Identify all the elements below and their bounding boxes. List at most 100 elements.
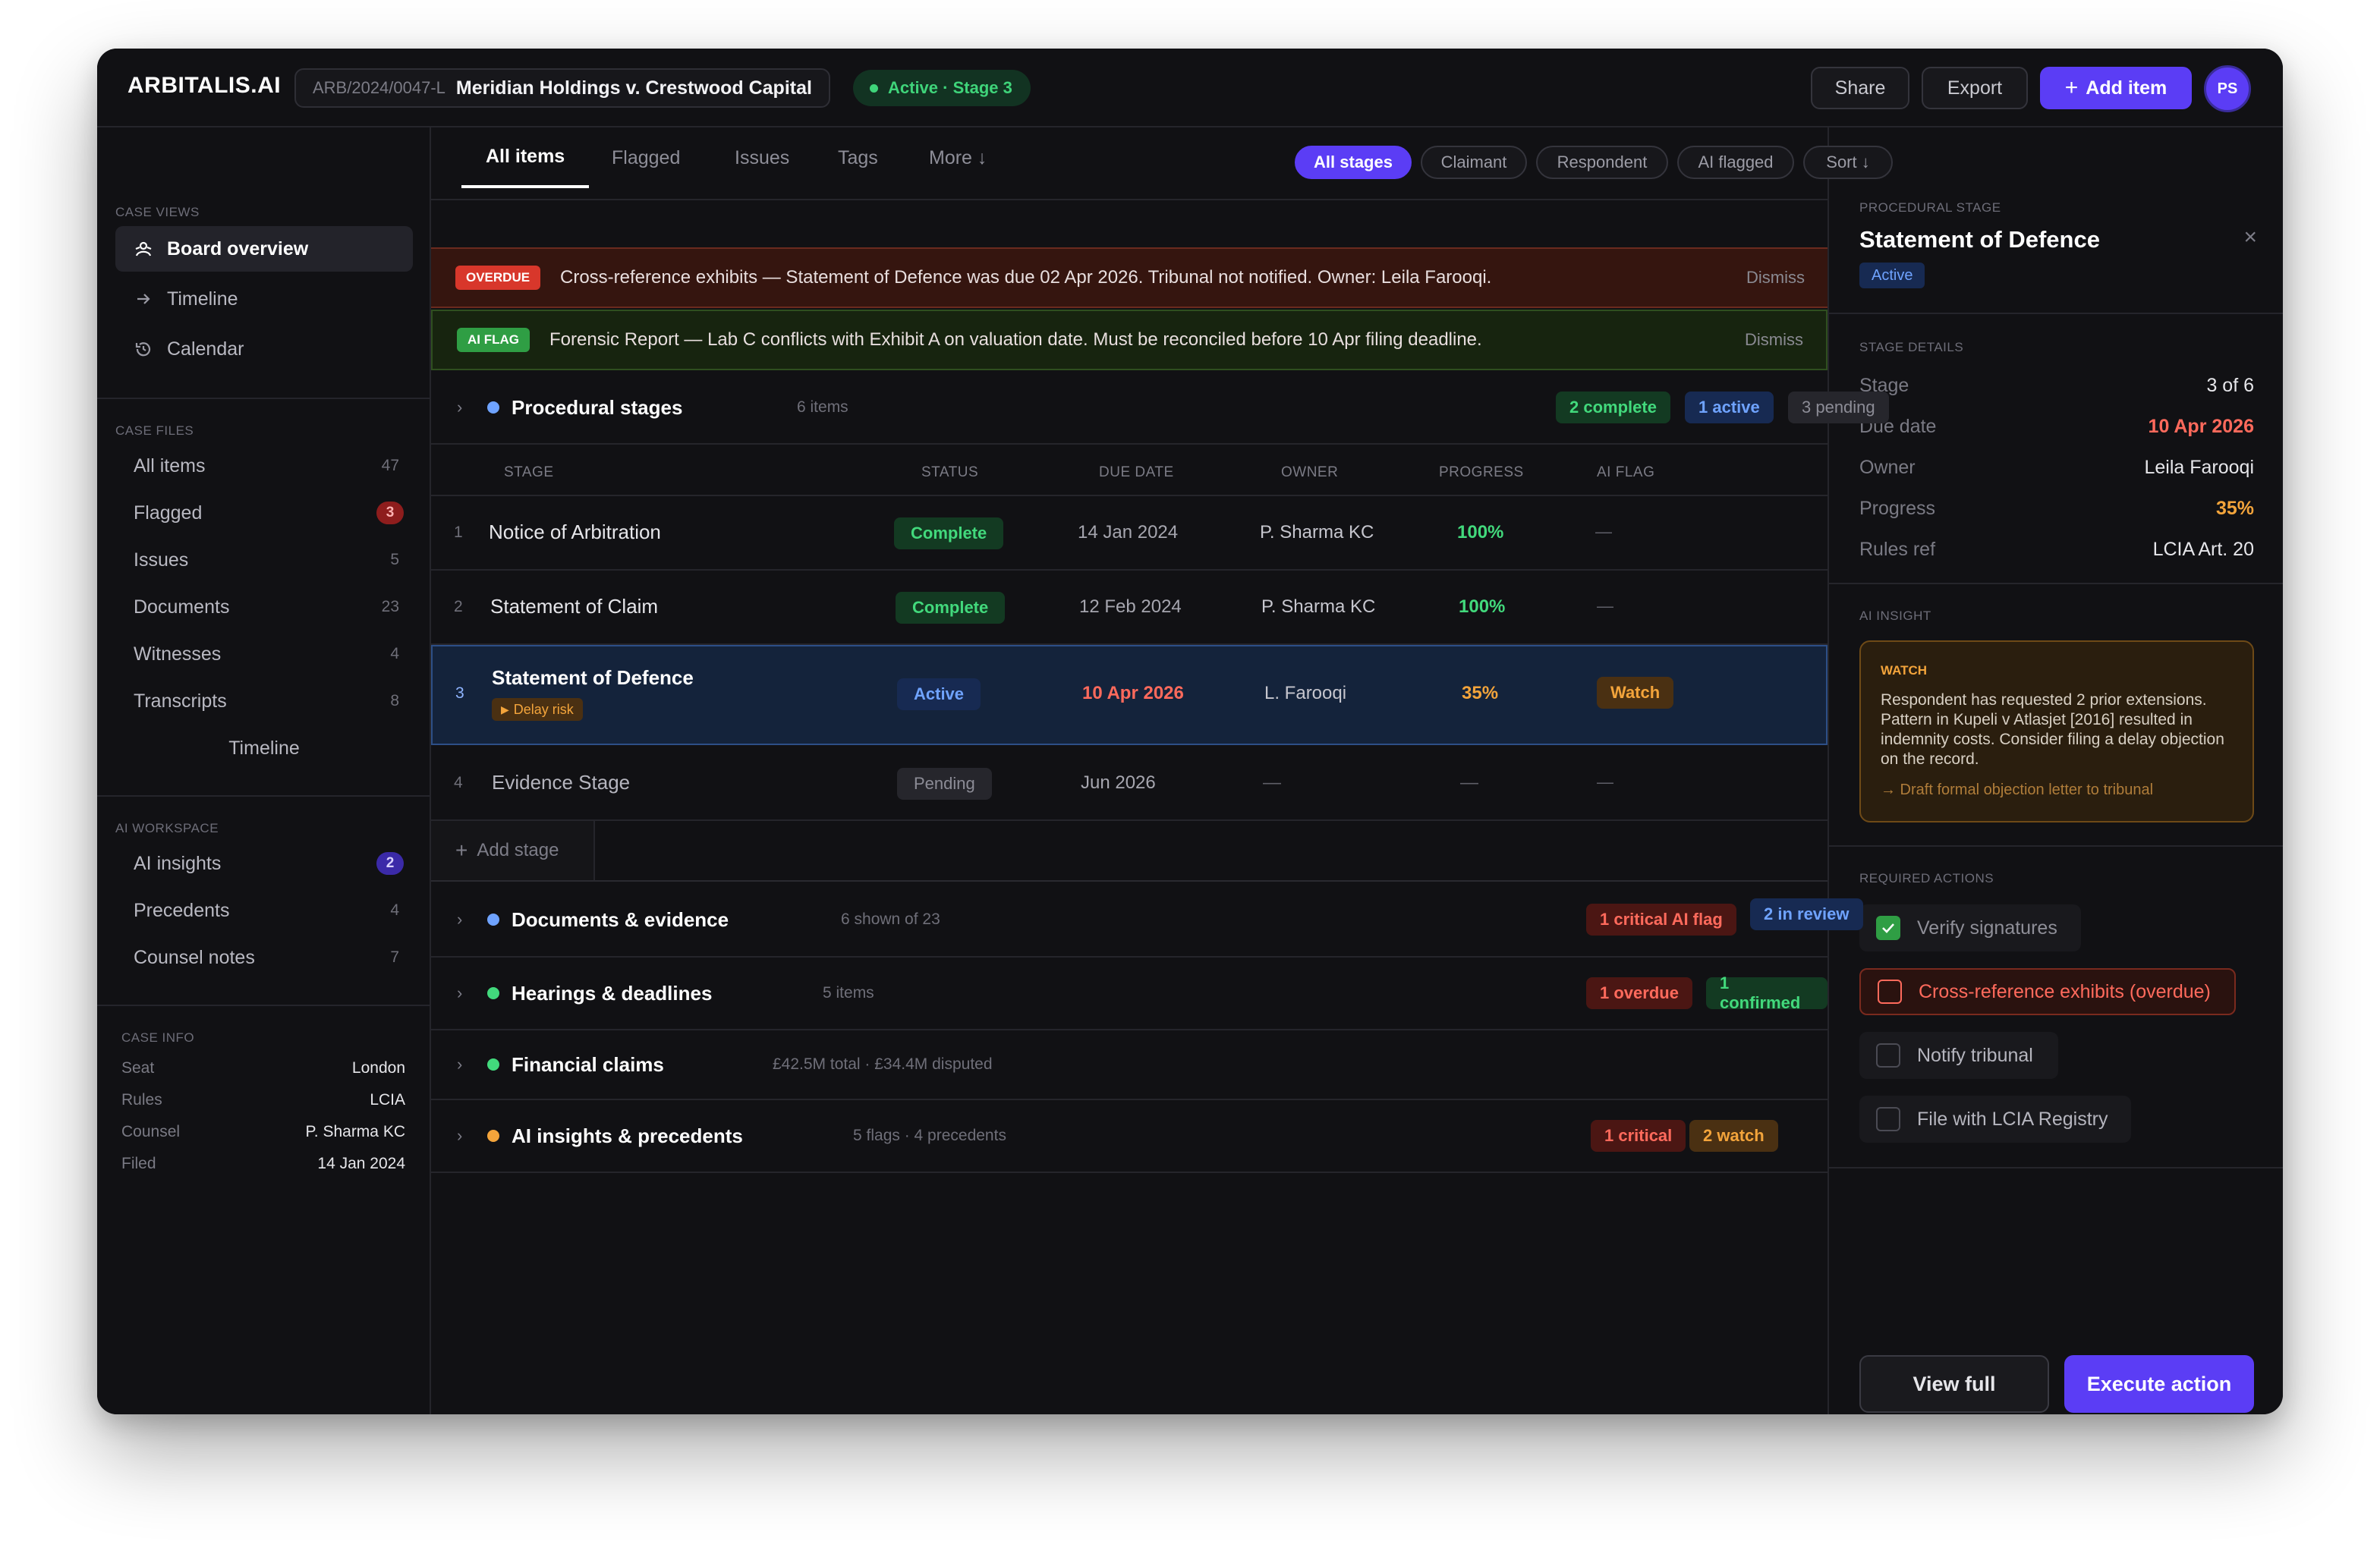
critical-count-pill: 1 critical xyxy=(1591,1120,1686,1152)
sidebar-item-documents[interactable]: Documents 23 xyxy=(115,584,413,630)
row-number: 1 xyxy=(454,524,463,541)
table-row[interactable]: 2 Statement of Claim Complete 12 Feb 202… xyxy=(431,571,1828,645)
filter-ai-flagged[interactable]: AI flagged xyxy=(1677,146,1794,179)
action-cross-reference-exhibits[interactable]: Cross-reference exhibits (overdue) xyxy=(1859,968,2236,1015)
sidebar-item-counsel-notes[interactable]: Counsel notes 7 xyxy=(115,935,413,980)
group-title: Hearings & deadlines xyxy=(512,981,713,1005)
checkbox[interactable] xyxy=(1876,1107,1900,1131)
group-title: Documents & evidence xyxy=(512,907,729,931)
panel-divider xyxy=(1829,583,2283,584)
detail-row-owner: Owner Leila Farooqi xyxy=(1859,457,2254,479)
action-notify-tribunal[interactable]: Notify tribunal xyxy=(1859,1032,2058,1079)
sidebar-item-flagged[interactable]: Flagged 3 xyxy=(115,490,413,536)
detail-row-rules-ref: Rules ref LCIA Art. 20 xyxy=(1859,539,2254,561)
item-count: 5 xyxy=(390,551,399,568)
tab-flagged[interactable]: Flagged xyxy=(612,127,680,188)
tab-all-items[interactable]: All items xyxy=(461,127,590,188)
info-value: LCIA xyxy=(370,1091,405,1109)
status-badge: Pending xyxy=(897,768,992,800)
sidebar-divider xyxy=(97,1005,431,1006)
board-icon xyxy=(132,237,155,260)
group-hearings-deadlines[interactable]: › Hearings & deadlines 5 items 1 overdue… xyxy=(431,958,1828,1030)
due-date: 12 Feb 2024 xyxy=(1079,596,1182,617)
sidebar-item-calendar[interactable]: Calendar xyxy=(115,326,413,372)
draft-objection-link[interactable]: → Draft formal objection letter to tribu… xyxy=(1881,782,2153,799)
sidebar-item-board-overview[interactable]: Board overview xyxy=(115,226,413,272)
row-number: 2 xyxy=(454,598,463,615)
panel-title: Statement of Defence xyxy=(1859,226,2100,253)
group-ai-insights-precedents[interactable]: › AI insights & precedents 5 flags · 4 p… xyxy=(431,1100,1828,1173)
detail-key: Progress xyxy=(1859,498,1936,519)
progress-value: — xyxy=(1460,772,1478,793)
progress-value: 100% xyxy=(1457,522,1504,543)
status-dot xyxy=(487,401,499,414)
chevron-right-icon[interactable]: › xyxy=(457,1126,462,1146)
chevron-right-icon[interactable]: › xyxy=(457,983,462,1003)
add-item-button[interactable]: + Add item xyxy=(2040,67,2192,109)
flagged-count-badge: 3 xyxy=(376,502,404,524)
dismiss-button[interactable]: Dismiss xyxy=(1745,330,1803,350)
add-stage-button[interactable]: + Add stage xyxy=(431,821,595,880)
sidebar-item-ai-insights[interactable]: AI insights 2 xyxy=(115,841,413,886)
history-icon xyxy=(132,338,155,360)
status-dot xyxy=(487,1130,499,1142)
execute-action-button[interactable]: Execute action xyxy=(2064,1355,2254,1413)
info-value: London xyxy=(351,1059,405,1077)
overdue-alert: OVERDUE Cross-reference exhibits — State… xyxy=(431,247,1828,308)
user-avatar[interactable]: PS xyxy=(2204,65,2251,112)
group-documents-evidence[interactable]: › Documents & evidence 6 shown of 23 1 c… xyxy=(431,883,1828,958)
case-id: ARB/2024/0047-L xyxy=(313,78,445,97)
filter-respondent[interactable]: Respondent xyxy=(1536,146,1668,179)
app-logo[interactable]: ARBITALIS.AI xyxy=(128,73,281,99)
alert-message: Forensic Report — Lab C conflicts with E… xyxy=(549,329,1482,350)
filter-claimant[interactable]: Claimant xyxy=(1421,146,1527,179)
export-button[interactable]: Export xyxy=(1922,67,2028,109)
progress-value: 35% xyxy=(1462,683,1499,703)
action-verify-signatures[interactable]: Verify signatures xyxy=(1859,904,2081,951)
detail-row-progress: Progress 35% xyxy=(1859,498,2254,520)
sidebar-item-precedents[interactable]: Precedents 4 xyxy=(115,888,413,933)
tab-more[interactable]: More ↓ xyxy=(929,127,987,188)
sidebar-divider xyxy=(97,398,431,399)
checkbox-checked[interactable] xyxy=(1876,916,1900,940)
sidebar-item-label: Witnesses xyxy=(134,643,222,665)
chevron-right-icon[interactable]: › xyxy=(457,1055,462,1074)
owner: L. Farooqi xyxy=(1264,683,1347,703)
sort-button[interactable]: Sort ↓ xyxy=(1803,146,1893,179)
detail-row-stage: Stage 3 of 6 xyxy=(1859,375,2254,397)
chevron-right-icon[interactable]: › xyxy=(457,398,462,417)
table-row-selected[interactable]: 3 Statement of Defence ▶ Delay risk Acti… xyxy=(431,645,1828,745)
table-row[interactable]: 4 Evidence Stage Pending Jun 2026 — — — xyxy=(431,745,1828,821)
checkbox[interactable] xyxy=(1878,980,1902,1004)
group-procedural-stages[interactable]: › Procedural stages 6 items 2 complete 1… xyxy=(431,372,1828,445)
table-row[interactable]: 1 Notice of Arbitration Complete 14 Jan … xyxy=(431,496,1828,571)
sidebar-item-transcripts[interactable]: Transcripts 8 xyxy=(115,678,413,724)
sidebar-item-timeline[interactable]: Timeline xyxy=(115,276,413,322)
close-icon[interactable]: × xyxy=(2243,225,2257,250)
col-due-date: DUE DATE xyxy=(1099,464,1174,480)
sidebar-item-issues[interactable]: Issues 5 xyxy=(115,537,413,583)
share-button[interactable]: Share xyxy=(1811,67,1909,109)
checkbox[interactable] xyxy=(1876,1043,1900,1068)
tab-tags[interactable]: Tags xyxy=(838,127,878,188)
case-selector[interactable]: ARB/2024/0047-L Meridian Holdings v. Cre… xyxy=(294,68,830,108)
insight-tag: WATCH xyxy=(1881,663,1928,678)
sidebar-item-all-items[interactable]: All items 47 xyxy=(115,443,413,489)
view-full-button[interactable]: View full xyxy=(1859,1355,2049,1413)
add-stage-row: + Add stage xyxy=(431,821,1828,882)
tab-issues[interactable]: Issues xyxy=(735,127,789,188)
sidebar-item-label: Transcripts xyxy=(134,690,227,712)
sidebar-item-label: Issues xyxy=(134,549,189,571)
dismiss-button[interactable]: Dismiss xyxy=(1746,268,1805,288)
chevron-right-icon[interactable]: › xyxy=(457,910,462,929)
watch-count-pill: 2 watch xyxy=(1689,1120,1778,1152)
stage-name: Statement of Claim xyxy=(490,595,659,618)
filter-all-stages[interactable]: All stages xyxy=(1295,146,1412,179)
sidebar-item-witnesses[interactable]: Witnesses 4 xyxy=(115,631,413,677)
group-title: Procedural stages xyxy=(512,395,683,419)
sidebar-item-files-timeline[interactable]: Timeline xyxy=(115,725,413,771)
group-financial-claims[interactable]: › Financial claims £42.5M total · £34.4M… xyxy=(431,1030,1828,1100)
ai-insights-count-badge: 2 xyxy=(376,852,404,875)
row-number: 4 xyxy=(454,774,463,791)
action-file-with-lcia-registry[interactable]: File with LCIA Registry xyxy=(1859,1096,2131,1143)
